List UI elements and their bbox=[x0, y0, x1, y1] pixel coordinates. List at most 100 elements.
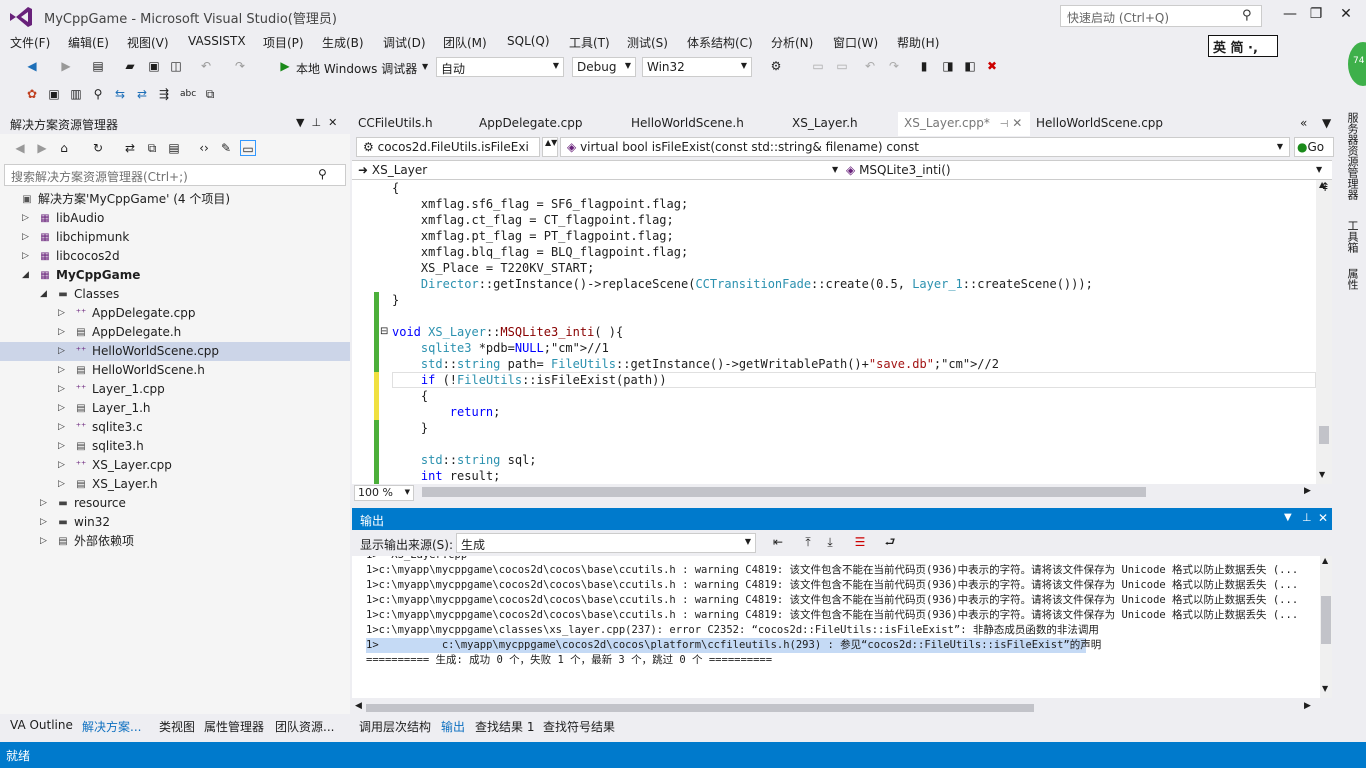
collapsed-icon[interactable]: ▷ bbox=[58, 418, 65, 437]
menu-edit[interactable]: 编辑(E) bbox=[68, 34, 109, 51]
tab-helloworldscene-cpp[interactable]: HelloWorldScene.cpp bbox=[1036, 116, 1163, 130]
tab-ccfileutils-h[interactable]: CCFileUtils.h bbox=[358, 116, 433, 130]
next-message-icon[interactable]: ⤓ bbox=[822, 534, 838, 550]
clear-bookmarks-icon[interactable]: ✖ bbox=[984, 58, 1000, 74]
prev-bookmark-icon[interactable]: ◨ bbox=[940, 58, 956, 74]
tree-node[interactable]: ▷ ▦ libAudio bbox=[0, 209, 350, 228]
scroll-thumb[interactable] bbox=[1321, 596, 1331, 644]
tab-find-symbol-results[interactable]: 查找符号结果 bbox=[543, 718, 615, 735]
menu-sql[interactable]: SQL(Q) bbox=[507, 34, 550, 48]
tab-toolbox[interactable]: 工具箱 bbox=[1344, 220, 1360, 253]
dropdown-icon[interactable]: ▼ bbox=[296, 116, 304, 129]
nav-forward-icon[interactable]: ↷ bbox=[886, 58, 902, 74]
tree-node[interactable]: ▷ ▤ HelloWorldScene.h bbox=[0, 361, 350, 380]
close-icon[interactable]: ✕ bbox=[1318, 511, 1328, 525]
search-icon[interactable]: ⚲ bbox=[318, 167, 327, 181]
collapsed-icon[interactable]: ▷ bbox=[22, 247, 29, 266]
collapsed-icon[interactable]: ▷ bbox=[58, 456, 65, 475]
scope-select[interactable]: ⚙ cocos2d.FileUtils.isFileExi bbox=[356, 137, 540, 157]
minimize-icon[interactable]: — bbox=[1276, 6, 1304, 22]
debugger-dropdown-icon[interactable]: ▼ bbox=[422, 62, 428, 71]
tree-node[interactable]: ▷ ▦ libchipmunk bbox=[0, 228, 350, 247]
forward-icon[interactable]: ▶ bbox=[34, 140, 50, 156]
scroll-up-icon[interactable]: ▲ bbox=[1322, 556, 1328, 565]
collapsed-icon[interactable]: ▷ bbox=[58, 361, 65, 380]
menu-debug[interactable]: 调试(D) bbox=[383, 34, 426, 51]
split-icon[interactable]: ⇞ bbox=[1320, 180, 1330, 194]
solution-search-input[interactable]: 搜索解决方案资源管理器(Ctrl+;) bbox=[4, 164, 346, 186]
collapsed-icon[interactable]: ▷ bbox=[58, 304, 65, 323]
refresh-icon[interactable]: ⇄ bbox=[122, 140, 138, 156]
close-icon[interactable]: ✕ bbox=[328, 116, 337, 129]
preview-icon[interactable]: ▭ bbox=[240, 140, 256, 156]
properties-icon[interactable]: ✎ bbox=[218, 140, 234, 156]
collapsed-icon[interactable]: ▷ bbox=[40, 532, 47, 551]
tab-helloworldscene-h[interactable]: HelloWorldScene.h bbox=[631, 116, 744, 130]
scroll-down-icon[interactable]: ▼ bbox=[1319, 470, 1325, 479]
tree-node[interactable]: ▷ ▦ libcocos2d bbox=[0, 247, 350, 266]
bookmark-icon[interactable]: ▮ bbox=[916, 58, 932, 74]
uncomment-icon[interactable]: ▭ bbox=[834, 58, 850, 74]
open-file-in-solution-icon[interactable]: ▣ bbox=[46, 86, 62, 102]
dropdown-icon[interactable]: ▼ bbox=[1284, 512, 1292, 523]
next-bookmark-icon[interactable]: ◧ bbox=[962, 58, 978, 74]
tab-server-explorer[interactable]: 服务器资源管理器 bbox=[1344, 112, 1360, 200]
tree-node[interactable]: ◢ ▬ Classes bbox=[0, 285, 350, 304]
collapse-all-icon[interactable]: ⧉ bbox=[144, 140, 160, 156]
scroll-left-icon[interactable]: ◀ bbox=[355, 701, 362, 711]
comment-icon[interactable]: ▭ bbox=[810, 58, 826, 74]
menu-analyze[interactable]: 分析(N) bbox=[771, 34, 813, 51]
menu-view[interactable]: 视图(V) bbox=[127, 34, 169, 51]
pin-icon[interactable]: ⊣ bbox=[1000, 119, 1009, 130]
menu-help[interactable]: 帮助(H) bbox=[897, 34, 939, 51]
forward-icon[interactable]: ▶ bbox=[58, 58, 74, 74]
find-message-icon[interactable]: ⇤ bbox=[770, 534, 786, 550]
save-icon[interactable]: ▣ bbox=[146, 58, 162, 74]
tree-node[interactable]: ◢ ▦ MyCppGame bbox=[0, 266, 350, 285]
scroll-tabs-icon[interactable]: « bbox=[1300, 116, 1307, 130]
collapsed-icon[interactable]: ▷ bbox=[22, 209, 29, 228]
menu-test[interactable]: 测试(S) bbox=[627, 34, 668, 51]
config-select[interactable]: Debug ▼ bbox=[572, 57, 636, 77]
output-vertical-scrollbar[interactable]: ▲ ▼ bbox=[1320, 556, 1332, 698]
goto-icon[interactable]: ⇆ bbox=[112, 86, 128, 102]
spell-check-icon[interactable]: abc bbox=[180, 86, 196, 102]
function-select[interactable]: ◈ MSQLite3_inti() bbox=[846, 163, 951, 177]
tab-find-results-1[interactable]: 查找结果 1 bbox=[475, 718, 534, 735]
menu-tools[interactable]: 工具(T) bbox=[569, 34, 610, 51]
output-source-select[interactable]: 生成 ▼ bbox=[456, 533, 756, 553]
start-debug-icon[interactable]: ▶ bbox=[277, 58, 293, 74]
collapsed-icon[interactable]: ▷ bbox=[58, 399, 65, 418]
collapsed-icon[interactable]: ▷ bbox=[58, 475, 65, 494]
tree-node[interactable]: ▷ ▤ XS_Layer.h bbox=[0, 475, 350, 494]
tab-call-hierarchy[interactable]: 调用层次结构 bbox=[359, 718, 431, 735]
tree-node[interactable]: ▣ 解决方案'MyCppGame' (4 个项目) bbox=[0, 190, 350, 209]
collapsed-icon[interactable]: ▷ bbox=[40, 494, 47, 513]
home-icon[interactable]: ⌂ bbox=[56, 140, 72, 156]
tree-node[interactable]: ▷ ▬ resource bbox=[0, 494, 350, 513]
tree-node[interactable]: ▷ ▬ win32 bbox=[0, 513, 350, 532]
tree-node[interactable]: ▷ ▤ sqlite3.h bbox=[0, 437, 350, 456]
editor-horizontal-scrollbar[interactable] bbox=[422, 487, 1146, 497]
chevron-down-icon[interactable]: ▼ bbox=[1316, 165, 1322, 174]
close-icon[interactable]: ✕ bbox=[1332, 6, 1360, 22]
tab-property-manager[interactable]: 属性管理器 bbox=[204, 718, 264, 735]
menu-build[interactable]: 生成(B) bbox=[322, 34, 364, 51]
back-icon[interactable]: ◀ bbox=[24, 58, 40, 74]
show-all-files-icon[interactable]: ▤ bbox=[166, 140, 182, 156]
tree-node[interactable]: ▷ ⁺⁺ XS_Layer.cpp bbox=[0, 456, 350, 475]
collapsed-icon[interactable]: ▷ bbox=[58, 437, 65, 456]
menu-architecture[interactable]: 体系结构(C) bbox=[687, 34, 753, 51]
menu-team[interactable]: 团队(M) bbox=[443, 34, 487, 51]
tree-node[interactable]: ▷ ▤ 外部依赖项 bbox=[0, 532, 350, 551]
tab-class-view[interactable]: 类视图 bbox=[159, 718, 195, 735]
collapsed-icon[interactable]: ▷ bbox=[58, 342, 65, 361]
collapsed-icon[interactable]: ▷ bbox=[40, 513, 47, 532]
tab-properties[interactable]: 属性 bbox=[1344, 268, 1360, 290]
find-references-icon[interactable]: ⚲ bbox=[90, 86, 106, 102]
menu-project[interactable]: 项目(P) bbox=[263, 34, 304, 51]
menu-file[interactable]: 文件(F) bbox=[10, 34, 50, 51]
scope-spinner[interactable]: ▲▼ bbox=[542, 137, 558, 157]
output-horizontal-scrollbar[interactable] bbox=[366, 704, 1034, 712]
auto-select[interactable]: 自动 ▼ bbox=[436, 57, 564, 77]
